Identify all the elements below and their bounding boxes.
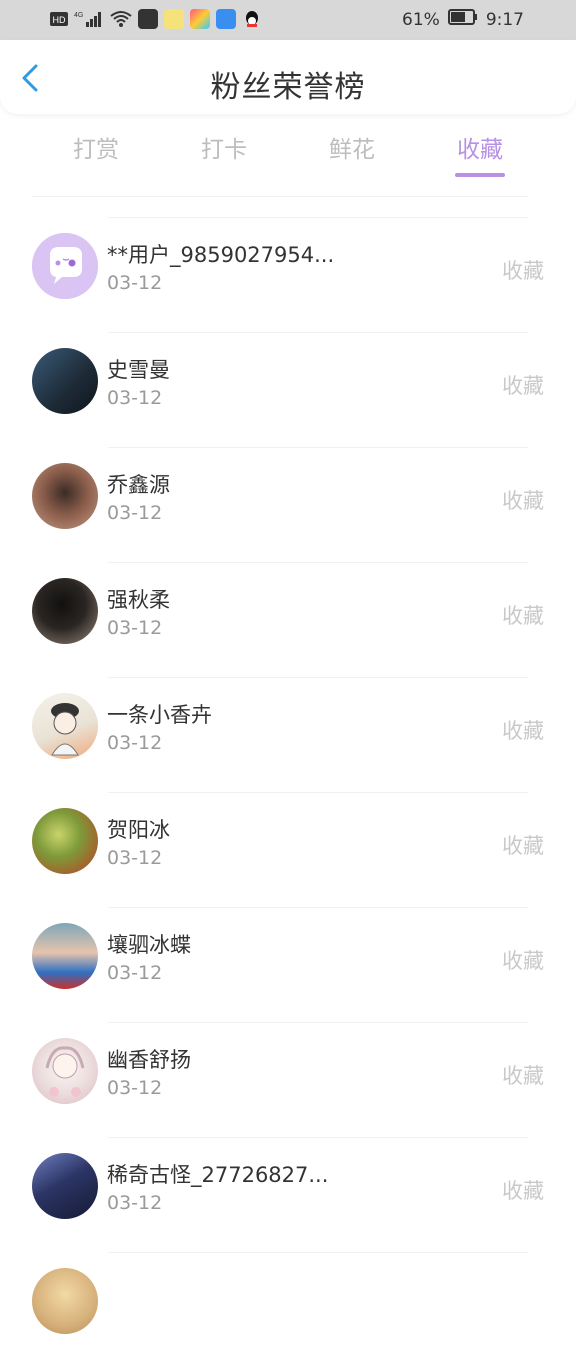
list-item[interactable]: **用户_9859027954... 03-12 收藏 xyxy=(0,217,576,332)
status-icons-right: 61% 9:17 xyxy=(402,9,524,30)
active-tab-indicator xyxy=(455,173,505,177)
tab-checkin[interactable]: 打卡 xyxy=(174,130,274,164)
page-header: 粉丝荣誉榜 xyxy=(0,40,576,114)
avatar xyxy=(32,578,98,644)
status-bar: HD 4G 61% 9:17 xyxy=(0,0,576,40)
fan-date: 03-12 xyxy=(107,387,163,409)
fan-date: 03-12 xyxy=(107,1192,163,1214)
wifi-icon xyxy=(110,9,132,29)
svg-text:HD: HD xyxy=(53,15,66,25)
fan-name: 强秋柔 xyxy=(107,588,170,612)
clock: 9:17 xyxy=(485,9,524,30)
fan-name: 幽香舒扬 xyxy=(107,1048,191,1072)
row-divider xyxy=(108,1137,528,1138)
list-item[interactable]: 幽香舒扬 03-12 收藏 xyxy=(0,1022,576,1137)
fan-name: **用户_9859027954... xyxy=(107,243,335,267)
row-divider xyxy=(108,792,528,793)
action-label: 收藏 xyxy=(502,489,544,513)
avatar xyxy=(32,923,98,989)
fan-name: 乔鑫源 xyxy=(107,473,170,497)
tab-favorites[interactable]: 收藏 xyxy=(430,130,530,164)
app-icon-dark xyxy=(138,9,158,29)
fan-name: 史雪曼 xyxy=(107,358,170,382)
qq-icon xyxy=(242,9,262,29)
fan-date: 03-12 xyxy=(107,617,163,639)
row-divider xyxy=(108,1022,528,1023)
row-divider xyxy=(108,677,528,678)
fan-date: 03-12 xyxy=(107,847,163,869)
row-divider xyxy=(108,332,528,333)
category-tabs: 打赏 打卡 鲜花 收藏 xyxy=(0,114,576,196)
list-item-partial[interactable] xyxy=(0,1252,576,1367)
tabs-divider xyxy=(32,196,528,197)
fan-name: 一条小香卉 xyxy=(107,703,212,727)
list-item[interactable]: 一条小香卉 03-12 收藏 xyxy=(0,677,576,792)
row-divider xyxy=(108,447,528,448)
avatar xyxy=(32,1268,98,1334)
list-item[interactable]: 贺阳冰 03-12 收藏 xyxy=(0,792,576,907)
avatar xyxy=(32,233,98,299)
fan-name: 壤驷冰蝶 xyxy=(107,933,191,957)
action-label: 收藏 xyxy=(502,259,544,283)
tab-flowers[interactable]: 鲜花 xyxy=(302,130,402,164)
fan-date: 03-12 xyxy=(107,272,163,294)
avatar xyxy=(32,463,98,529)
action-label: 收藏 xyxy=(502,949,544,973)
status-icons-left: HD 4G xyxy=(50,9,262,29)
action-label: 收藏 xyxy=(502,604,544,628)
page-title: 粉丝荣誉榜 xyxy=(210,70,366,105)
fan-date: 03-12 xyxy=(107,502,163,524)
avatar xyxy=(32,1153,98,1219)
fan-date: 03-12 xyxy=(107,1077,163,1099)
fan-name: 稀奇古怪_27726827... xyxy=(107,1163,329,1187)
avatar xyxy=(32,693,98,759)
row-divider xyxy=(108,907,528,908)
battery-icon xyxy=(447,9,478,30)
avatar xyxy=(32,348,98,414)
fan-date: 03-12 xyxy=(107,962,163,984)
app-icon-colorful xyxy=(190,9,210,29)
svg-text:4G: 4G xyxy=(74,12,83,19)
fan-list: **用户_9859027954... 03-12 收藏 史雪曼 03-12 收藏… xyxy=(0,217,576,1367)
list-item[interactable]: 强秋柔 03-12 收藏 xyxy=(0,562,576,677)
list-item[interactable]: 乔鑫源 03-12 收藏 xyxy=(0,447,576,562)
action-label: 收藏 xyxy=(502,374,544,398)
action-label: 收藏 xyxy=(502,834,544,858)
row-divider xyxy=(108,1252,528,1253)
battery-percent: 61% xyxy=(402,9,440,30)
list-item[interactable]: 壤驷冰蝶 03-12 收藏 xyxy=(0,907,576,1022)
list-item[interactable]: 史雪曼 03-12 收藏 xyxy=(0,332,576,447)
action-label: 收藏 xyxy=(502,719,544,743)
hd-icon: HD xyxy=(50,9,68,29)
fan-date: 03-12 xyxy=(107,732,163,754)
signal-4g-icon: 4G xyxy=(74,9,104,29)
list-item[interactable]: 稀奇古怪_27726827... 03-12 收藏 xyxy=(0,1137,576,1252)
row-divider xyxy=(108,217,528,218)
action-label: 收藏 xyxy=(502,1064,544,1088)
cloud-app-icon xyxy=(216,9,236,29)
anime-avatar-icon xyxy=(45,1046,85,1097)
row-divider xyxy=(108,562,528,563)
avatar xyxy=(32,808,98,874)
avatar xyxy=(32,1038,98,1104)
tab-reward[interactable]: 打赏 xyxy=(46,130,146,164)
app-icon-yellow xyxy=(164,9,184,29)
fan-name: 贺阳冰 xyxy=(107,818,170,842)
action-label: 收藏 xyxy=(502,1179,544,1203)
default-chat-avatar-icon xyxy=(32,233,98,299)
cartoon-girl-avatar-icon xyxy=(51,703,79,756)
